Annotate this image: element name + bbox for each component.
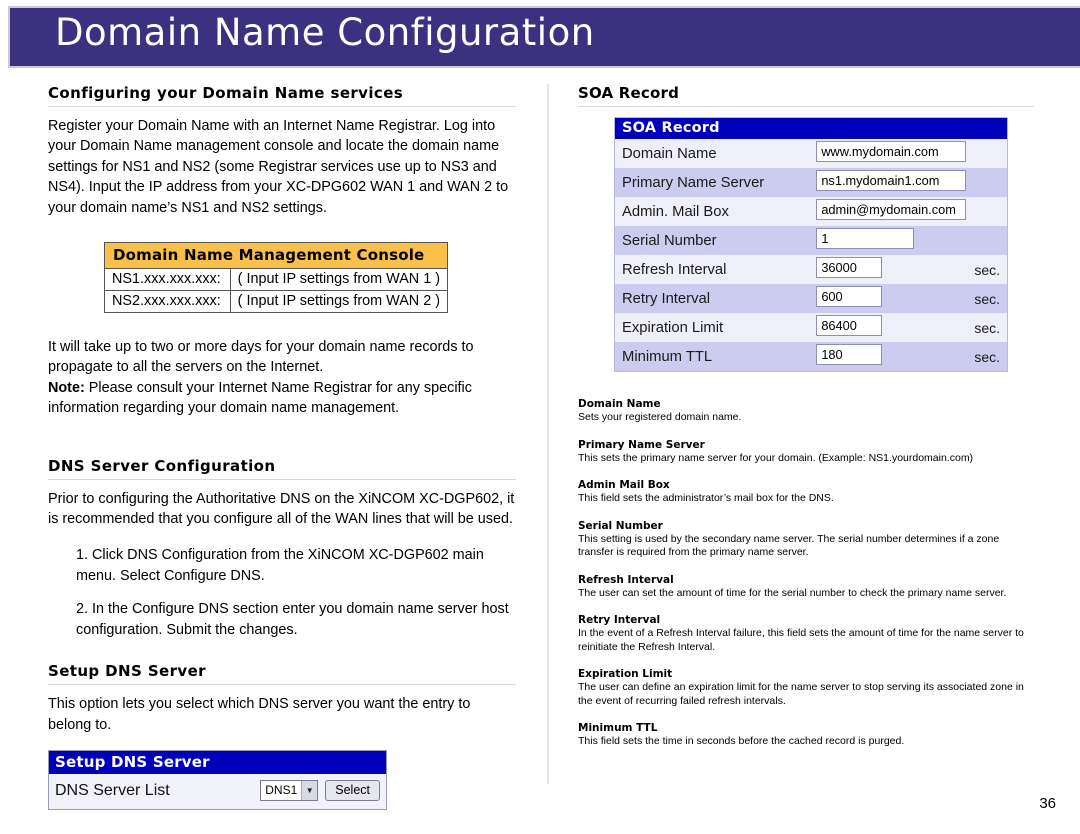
note-text: Please consult your Internet Name Regist…: [48, 379, 472, 417]
table-row: Expiration Limit 86400 sec.: [614, 313, 1008, 342]
soa-field-domain-name-cell: www.mydomain.com: [811, 139, 971, 168]
table-row: Admin. Mail Box admin@mydomain.com: [614, 197, 1008, 226]
description-term: Refresh Interval: [578, 573, 674, 586]
soa-label-admin-mail-box: Admin. Mail Box: [614, 197, 812, 226]
left-column: Configuring your Domain Name services Re…: [48, 84, 516, 810]
select-button[interactable]: Select: [325, 780, 380, 802]
soa-label-minimum-ttl: Minimum TTL: [614, 342, 812, 372]
soa-table-header-row: SOA Record: [614, 117, 1008, 139]
table-row: Serial Number 1: [614, 226, 1008, 255]
paragraph-dns-server-configuration: Prior to configuring the Authoritative D…: [48, 490, 515, 528]
description-term: Admin Mail Box: [578, 479, 670, 491]
soa-label-retry-interval: Retry Interval: [614, 284, 812, 313]
soa-input-retry-interval[interactable]: 600: [816, 286, 883, 307]
setup-dns-server-widget: Setup DNS Server DNS Server List DNS1 ▼ …: [48, 749, 387, 810]
soa-unit-domain-name: [970, 139, 1008, 168]
soa-field-retry-interval-cell: 600: [811, 284, 971, 313]
soa-unit-retry-interval: sec.: [970, 284, 1008, 313]
soa-input-primary-name-server[interactable]: ns1.mydomain1.com: [816, 170, 967, 191]
table-row: Domain Name www.mydomain.com: [614, 139, 1008, 168]
soa-unit-refresh-interval: sec.: [970, 255, 1008, 284]
soa-table-title: SOA Record: [614, 117, 1008, 139]
soa-input-admin-mail-box[interactable]: admin@mydomain.com: [816, 199, 967, 220]
soa-field-primary-name-server-cell: ns1.mydomain1.com: [811, 168, 971, 197]
soa-unit-expiration-limit: sec.: [970, 313, 1008, 342]
paragraph-setup-dns-server: This option lets you select which DNS se…: [48, 696, 471, 733]
console-row-ns2-value: ( Input IP settings from WAN 2 ): [229, 290, 449, 314]
soa-unit-minimum-ttl: sec.: [970, 342, 1008, 372]
dns-server-list-row: DNS Server List DNS1 ▼ Select: [49, 773, 386, 809]
list-item: 2. In the Configure DNS section enter yo…: [76, 601, 509, 638]
dns-server-list-label: DNS Server List: [55, 781, 170, 799]
list-item: 1. Click DNS Configuration from the XiNC…: [76, 547, 484, 584]
description-term: Serial Number: [578, 519, 663, 532]
console-table-title: Domain Name Management Console: [104, 242, 448, 270]
soa-field-expiration-limit-cell: 86400: [811, 313, 971, 342]
soa-input-serial-number[interactable]: 1: [816, 228, 915, 249]
description-text: This field sets the administrator’s mail…: [578, 492, 834, 504]
dns-server-select-value: DNS1: [265, 783, 298, 798]
note-label: Note:: [48, 379, 85, 396]
description-term: Minimum TTL: [578, 722, 658, 734]
soa-label-primary-name-server: Primary Name Server: [614, 168, 812, 197]
heading-soa-record: SOA Record: [578, 84, 1034, 107]
page-header-banner: Domain Name Configuration: [8, 6, 1080, 68]
soa-input-minimum-ttl[interactable]: 180: [816, 344, 883, 365]
dns-configuration-steps: 1. Click DNS Configuration from the XiNC…: [48, 545, 516, 640]
console-row-ns2-key: NS2.xxx.xxx.xxx:: [104, 290, 231, 314]
table-row: Primary Name Server ns1.mydomain1.com: [614, 168, 1008, 197]
paragraph-registrar-note: Note: Please consult your Internet Name …: [48, 378, 516, 419]
description-text: Sets your registered domain name.: [578, 411, 742, 423]
description-term: Domain Name: [578, 398, 661, 410]
description-term: Primary Name Server: [578, 438, 705, 451]
soa-field-descriptions: Domain Name Sets your registered domain …: [578, 398, 1034, 749]
soa-field-refresh-interval-cell: 36000: [811, 255, 971, 284]
domain-name-management-console-table: Domain Name Management Console NS1.xxx.x…: [104, 242, 449, 314]
soa-field-serial-number-cell: 1: [811, 226, 971, 255]
description-text: The user can define an expiration limit …: [578, 681, 1024, 707]
description-text: The user can set the amount of time for …: [578, 586, 1007, 599]
heading-configuring-domain-name-services: Configuring your Domain Name services: [48, 84, 516, 107]
soa-unit-primary-name-server: [970, 168, 1008, 197]
paragraph-register-domain-name: Register your Domain Name with an Intern…: [48, 118, 509, 216]
table-row: Retry Interval 600 sec.: [614, 284, 1008, 313]
soa-label-expiration-limit: Expiration Limit: [614, 313, 812, 342]
table-row: Minimum TTL 180 sec.: [614, 342, 1008, 372]
table-row: NS1.xxx.xxx.xxx: ( Input IP settings fro…: [104, 268, 449, 292]
soa-record-table: SOA Record Domain Name www.mydomain.com …: [614, 117, 1008, 372]
description-term: Expiration Limit: [578, 668, 673, 680]
dns-server-select[interactable]: DNS1 ▼: [260, 780, 319, 802]
heading-dns-server-configuration: DNS Server Configuration: [48, 457, 516, 480]
page-title: Domain Name Configuration: [55, 11, 595, 54]
description-text: In the event of a Refresh Interval failu…: [578, 627, 1024, 653]
table-row: Refresh Interval 36000 sec.: [614, 255, 1008, 284]
soa-input-domain-name[interactable]: www.mydomain.com: [816, 141, 967, 162]
table-row: NS2.xxx.xxx.xxx: ( Input IP settings fro…: [104, 290, 449, 314]
paragraph-propagation: It will take up to two or more days for …: [48, 339, 474, 376]
description-text: This setting is used by the secondary na…: [578, 532, 1000, 559]
console-row-ns1-key: NS1.xxx.xxx.xxx:: [104, 268, 231, 292]
soa-unit-admin-mail-box: [970, 197, 1008, 226]
soa-label-domain-name: Domain Name: [614, 139, 812, 168]
right-column: SOA Record SOA Record Domain Name www.my…: [578, 84, 1034, 763]
soa-label-serial-number: Serial Number: [614, 226, 812, 255]
soa-input-expiration-limit[interactable]: 86400: [816, 315, 883, 336]
page-number: 36: [1039, 795, 1056, 812]
description-term: Retry Interval: [578, 614, 661, 626]
soa-unit-serial-number: [970, 226, 1008, 255]
description-text: This sets the primary name server for yo…: [578, 451, 974, 464]
setup-dns-server-widget-title: Setup DNS Server: [49, 750, 386, 774]
soa-field-minimum-ttl-cell: 180: [811, 342, 971, 372]
soa-label-refresh-interval: Refresh Interval: [614, 255, 812, 284]
console-row-ns1-value: ( Input IP settings from WAN 1 ): [229, 268, 449, 292]
description-text: This field sets the time in seconds befo…: [578, 735, 905, 747]
heading-setup-dns-server: Setup DNS Server: [48, 662, 516, 686]
column-divider: [547, 84, 549, 784]
chevron-down-icon: ▼: [301, 781, 318, 801]
soa-input-refresh-interval[interactable]: 36000: [816, 257, 883, 278]
soa-field-admin-mail-box-cell: admin@mydomain.com: [811, 197, 971, 226]
